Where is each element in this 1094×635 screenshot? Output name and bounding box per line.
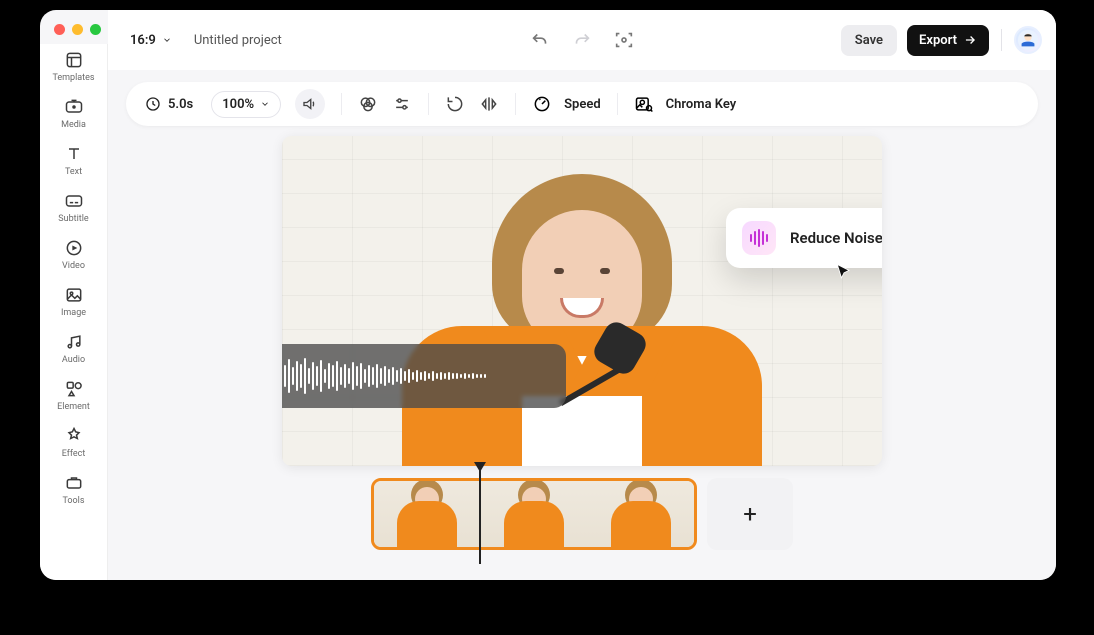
flip-button[interactable]	[479, 94, 499, 114]
media-icon	[64, 97, 84, 117]
sidebar-item-label: Text	[65, 167, 82, 177]
microphone-icon	[562, 326, 642, 406]
export-button[interactable]: Export	[907, 25, 989, 56]
divider	[428, 93, 429, 115]
topbar: 16:9 Untitled project Save Export	[108, 10, 1056, 70]
sidebar-item-label: Effect	[62, 449, 86, 459]
arrow-right-icon	[963, 33, 977, 47]
sidebar-item-label: Media	[61, 120, 86, 130]
adjust-button[interactable]	[392, 94, 412, 114]
clock-icon	[144, 95, 162, 113]
reduce-noise-popup[interactable]: Reduce Noise	[726, 208, 882, 268]
canvas-area: Reduce Noise +	[108, 132, 1056, 580]
divider	[341, 93, 342, 115]
zoom-selector[interactable]: 100%	[211, 91, 281, 118]
divider	[515, 93, 516, 115]
project-title[interactable]: Untitled project	[194, 33, 282, 48]
element-icon	[64, 379, 84, 399]
filter-button[interactable]	[358, 94, 378, 114]
speed-button[interactable]: Speed	[532, 94, 601, 114]
aspect-ratio-selector[interactable]: 16:9	[130, 33, 172, 48]
sidebar-item-subtitle[interactable]: Subtitle	[47, 191, 101, 224]
add-clip-button[interactable]: +	[707, 478, 793, 550]
sidebar-item-label: Element	[57, 402, 90, 412]
topbar-center	[529, 29, 635, 51]
sidebar-item-label: Templates	[52, 73, 94, 83]
sidebar-item-text[interactable]: Text	[47, 144, 101, 177]
zoom-value: 100%	[222, 97, 254, 112]
speed-label: Speed	[564, 97, 601, 112]
user-avatar[interactable]	[1014, 26, 1042, 54]
video-preview[interactable]: Reduce Noise	[282, 136, 882, 466]
volume-button[interactable]	[295, 89, 325, 119]
chevron-down-icon	[162, 35, 172, 45]
cursor-icon	[834, 262, 854, 286]
topbar-right: Save Export	[841, 25, 1042, 56]
audio-icon	[64, 332, 84, 352]
sidebar-item-templates[interactable]: Templates	[47, 50, 101, 83]
sidebar-item-video[interactable]: Video	[47, 238, 101, 271]
subtitle-icon	[64, 191, 84, 211]
minimize-window-icon[interactable]	[72, 24, 83, 35]
sidebar: Templates Media Text Subtitle Video Imag…	[40, 44, 108, 580]
focus-icon[interactable]	[613, 29, 635, 51]
image-icon	[64, 285, 84, 305]
clip-thumbnail	[374, 481, 481, 547]
save-button[interactable]: Save	[841, 25, 897, 56]
aspect-ratio-value: 16:9	[130, 33, 156, 48]
sidebar-item-label: Audio	[62, 355, 85, 365]
redo-button[interactable]	[571, 29, 593, 51]
sidebar-item-image[interactable]: Image	[47, 285, 101, 318]
plus-icon: +	[743, 500, 757, 528]
duration-display[interactable]: 5.0s	[140, 90, 197, 118]
clip-thumbnail	[587, 481, 694, 547]
export-label: Export	[919, 33, 957, 48]
clip-toolbar: 5.0s 100% Speed Chroma Key	[126, 82, 1038, 126]
rotate-button[interactable]	[445, 94, 465, 114]
playhead[interactable]	[479, 464, 481, 564]
sidebar-item-label: Subtitle	[58, 214, 88, 224]
sidebar-item-media[interactable]: Media	[47, 97, 101, 130]
templates-icon	[64, 50, 84, 70]
timeline-clip[interactable]	[371, 478, 697, 550]
clip-thumbnail	[481, 481, 588, 547]
chroma-key-label: Chroma Key	[666, 97, 737, 112]
reduce-noise-label: Reduce Noise	[790, 229, 882, 247]
chevron-down-icon	[260, 99, 270, 109]
timeline: +	[371, 478, 793, 550]
preview-subject	[372, 156, 792, 466]
sidebar-item-label: Video	[62, 261, 85, 271]
tools-icon	[64, 473, 84, 493]
effect-icon	[64, 426, 84, 446]
app-window: Templates Media Text Subtitle Video Imag…	[40, 10, 1056, 580]
sidebar-item-audio[interactable]: Audio	[47, 332, 101, 365]
maximize-window-icon[interactable]	[90, 24, 101, 35]
sidebar-item-label: Image	[61, 308, 86, 318]
video-icon	[64, 238, 84, 258]
speed-icon	[532, 94, 552, 114]
text-icon	[64, 144, 84, 164]
audio-waveform-overlay	[282, 344, 566, 408]
divider	[1001, 29, 1002, 51]
sidebar-item-label: Tools	[62, 496, 84, 506]
sidebar-item-effect[interactable]: Effect	[47, 426, 101, 459]
chroma-key-icon	[634, 94, 654, 114]
duration-value: 5.0s	[168, 97, 193, 112]
noise-reduce-icon	[742, 221, 776, 255]
undo-button[interactable]	[529, 29, 551, 51]
divider	[617, 93, 618, 115]
close-window-icon[interactable]	[54, 24, 65, 35]
chroma-key-button[interactable]: Chroma Key	[634, 94, 737, 114]
window-controls	[54, 24, 101, 35]
sidebar-item-tools[interactable]: Tools	[47, 473, 101, 506]
sidebar-item-element[interactable]: Element	[47, 379, 101, 412]
